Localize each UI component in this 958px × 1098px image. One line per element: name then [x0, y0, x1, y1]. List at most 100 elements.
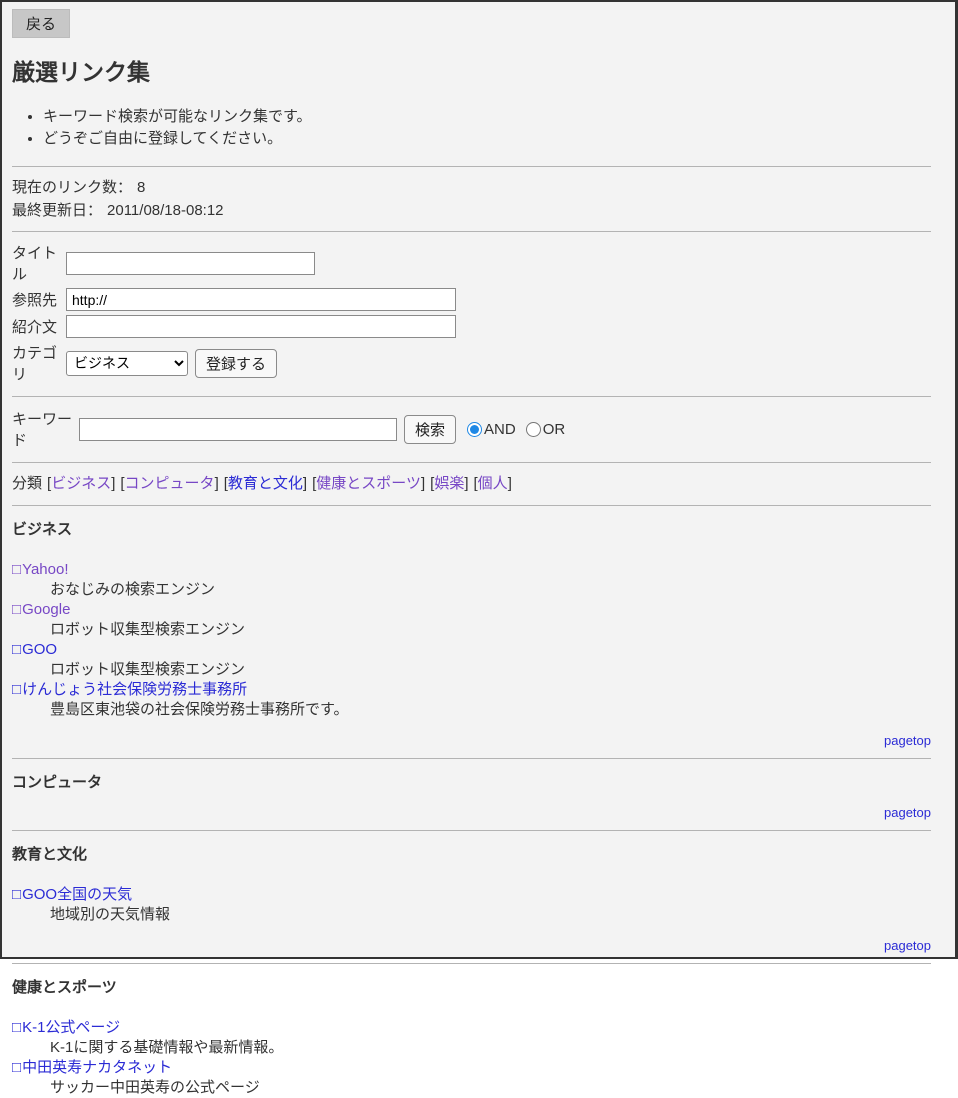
pagetop-link[interactable]: pagetop — [884, 733, 931, 748]
divider — [12, 758, 931, 759]
title-label: タイトル — [12, 242, 66, 284]
bracket: ] — [421, 475, 425, 492]
category-link-business[interactable]: ビジネス — [51, 475, 111, 492]
link-description: ロボット収集型検索エンジン — [12, 660, 931, 680]
link-row: □Yahoo! — [12, 560, 931, 580]
section-education: 教育と文化 □GOO全国の天気地域別の天気情報 pagetop — [12, 843, 931, 964]
category-label: カテゴリ — [12, 342, 66, 384]
link-description: 地域別の天気情報 — [12, 905, 931, 925]
and-radio-option[interactable]: AND — [467, 421, 516, 438]
link-yahoo[interactable]: □Yahoo! — [12, 561, 69, 578]
category-nav-item: [教育と文化] — [224, 475, 307, 492]
link-description: ロボット収集型検索エンジン — [12, 620, 931, 640]
bracket: ] — [508, 475, 512, 492]
link-description: サッカー中田英寿の公式ページ — [12, 1078, 931, 1098]
bracket: ] — [215, 475, 219, 492]
category-link-personal[interactable]: 個人 — [478, 475, 508, 492]
link-label: けんじょう社会保険労務士事務所 — [22, 681, 247, 698]
square-icon: □ — [12, 561, 21, 578]
pagetop-link[interactable]: pagetop — [884, 938, 931, 953]
square-icon: □ — [12, 681, 21, 698]
category-link-computer[interactable]: コンピュータ — [125, 475, 215, 492]
description-label: 紹介文 — [12, 316, 66, 337]
operator-radio-group: AND OR — [467, 421, 575, 438]
intro-notes: キーワード検索が可能なリンク集です。 どうぞご自由に登録してください。 — [12, 106, 931, 150]
pagetop-link[interactable]: pagetop — [884, 805, 931, 820]
keyword-input[interactable] — [79, 418, 397, 441]
square-icon: □ — [12, 601, 21, 618]
link-kenjo-office[interactable]: □けんじょう社会保険労務士事務所 — [12, 681, 247, 698]
title-input[interactable] — [66, 252, 315, 275]
square-icon: □ — [12, 641, 21, 658]
category-link-education[interactable]: 教育と文化 — [228, 475, 303, 492]
link-row: □GOO — [12, 640, 931, 660]
link-count-line: 現在のリンク数： 8 — [12, 176, 931, 199]
section-health: 健康とスポーツ □K-1公式ページK-1に関する基礎情報や最新情報。□中田英寿ナ… — [12, 976, 931, 1098]
square-icon: □ — [12, 1019, 21, 1036]
link-row: □Google — [12, 600, 931, 620]
page-title: 厳選リンク集 — [12, 53, 931, 87]
last-updated-value: 2011/08/18-08:12 — [107, 202, 224, 219]
or-radio-label: OR — [543, 421, 566, 438]
section-business: ビジネス □Yahoo!おなじみの検索エンジン□Googleロボット収集型検索エ… — [12, 518, 931, 759]
search-form: キーワード 検索 AND OR — [12, 408, 931, 450]
category-nav-item: [個人] — [474, 475, 512, 492]
category-link-entertainment[interactable]: 娯楽 — [434, 475, 464, 492]
link-nakata-net[interactable]: □中田英寿ナカタネット — [12, 1059, 172, 1076]
link-row: □GOO全国の天気 — [12, 885, 931, 905]
link-count-value: 8 — [137, 179, 145, 196]
divider — [12, 231, 931, 232]
divider — [12, 396, 931, 397]
divider — [12, 462, 931, 463]
divider — [12, 166, 931, 167]
pagetop-row: pagetop — [12, 805, 931, 821]
register-form: タイトル 参照先 紹介文 カテゴリ ビジネス 登録する — [12, 242, 931, 384]
title-row: タイトル — [12, 242, 931, 284]
register-button[interactable]: 登録する — [195, 349, 277, 378]
link-description: 豊島区東池袋の社会保険労務士事務所です。 — [12, 700, 931, 720]
section-heading: ビジネス — [12, 518, 931, 539]
search-button[interactable]: 検索 — [404, 415, 456, 444]
link-google[interactable]: □Google — [12, 601, 70, 618]
square-icon: □ — [12, 886, 21, 903]
link-label: 中田英寿ナカタネット — [22, 1059, 172, 1076]
description-input[interactable] — [66, 315, 456, 338]
section-heading: 健康とスポーツ — [12, 976, 931, 997]
back-button[interactable]: 戻る — [12, 9, 70, 38]
link-goo[interactable]: □GOO — [12, 641, 57, 658]
link-row: □K-1公式ページ — [12, 1018, 931, 1038]
url-row: 参照先 — [12, 288, 931, 311]
stats-block: 現在のリンク数： 8 最終更新日： 2011/08/18-08:12 — [12, 176, 931, 222]
category-select[interactable]: ビジネス — [66, 351, 188, 376]
note-item: キーワード検索が可能なリンク集です。 — [43, 106, 931, 128]
url-input[interactable] — [66, 288, 456, 311]
link-k1-official[interactable]: □K-1公式ページ — [12, 1019, 120, 1036]
link-label: K-1公式ページ — [22, 1019, 120, 1036]
link-goo-weather[interactable]: □GOO全国の天気 — [12, 886, 132, 903]
category-nav-item: [娯楽] — [430, 475, 468, 492]
square-icon: □ — [12, 1059, 21, 1076]
divider — [12, 963, 931, 964]
category-row: カテゴリ ビジネス 登録する — [12, 342, 931, 384]
keyword-label: キーワード — [12, 408, 79, 450]
pagetop-row: pagetop — [12, 733, 931, 749]
section-computer: コンピュータ pagetop — [12, 771, 931, 831]
or-radio[interactable] — [526, 422, 541, 437]
category-nav: 分類[ビジネス][コンピュータ][教育と文化][健康とスポーツ][娯楽][個人] — [12, 473, 931, 494]
link-count-label: 現在のリンク数： — [12, 179, 132, 196]
bracket: ] — [111, 475, 115, 492]
url-label: 参照先 — [12, 289, 66, 310]
page: 戻る 厳選リンク集 キーワード検索が可能なリンク集です。 どうぞご自由に登録して… — [2, 2, 955, 1098]
divider — [12, 830, 931, 831]
section-heading: 教育と文化 — [12, 843, 931, 864]
category-nav-item: [コンピュータ] — [120, 475, 218, 492]
category-nav-prefix: 分類 — [12, 475, 42, 492]
last-updated-label: 最終更新日： — [12, 202, 102, 219]
note-item: どうぞご自由に登録してください。 — [43, 128, 931, 150]
and-radio[interactable] — [467, 422, 482, 437]
link-label: GOO全国の天気 — [22, 886, 132, 903]
category-link-health[interactable]: 健康とスポーツ — [316, 475, 421, 492]
or-radio-option[interactable]: OR — [526, 421, 566, 438]
link-label: GOO — [22, 641, 57, 658]
divider — [12, 505, 931, 506]
